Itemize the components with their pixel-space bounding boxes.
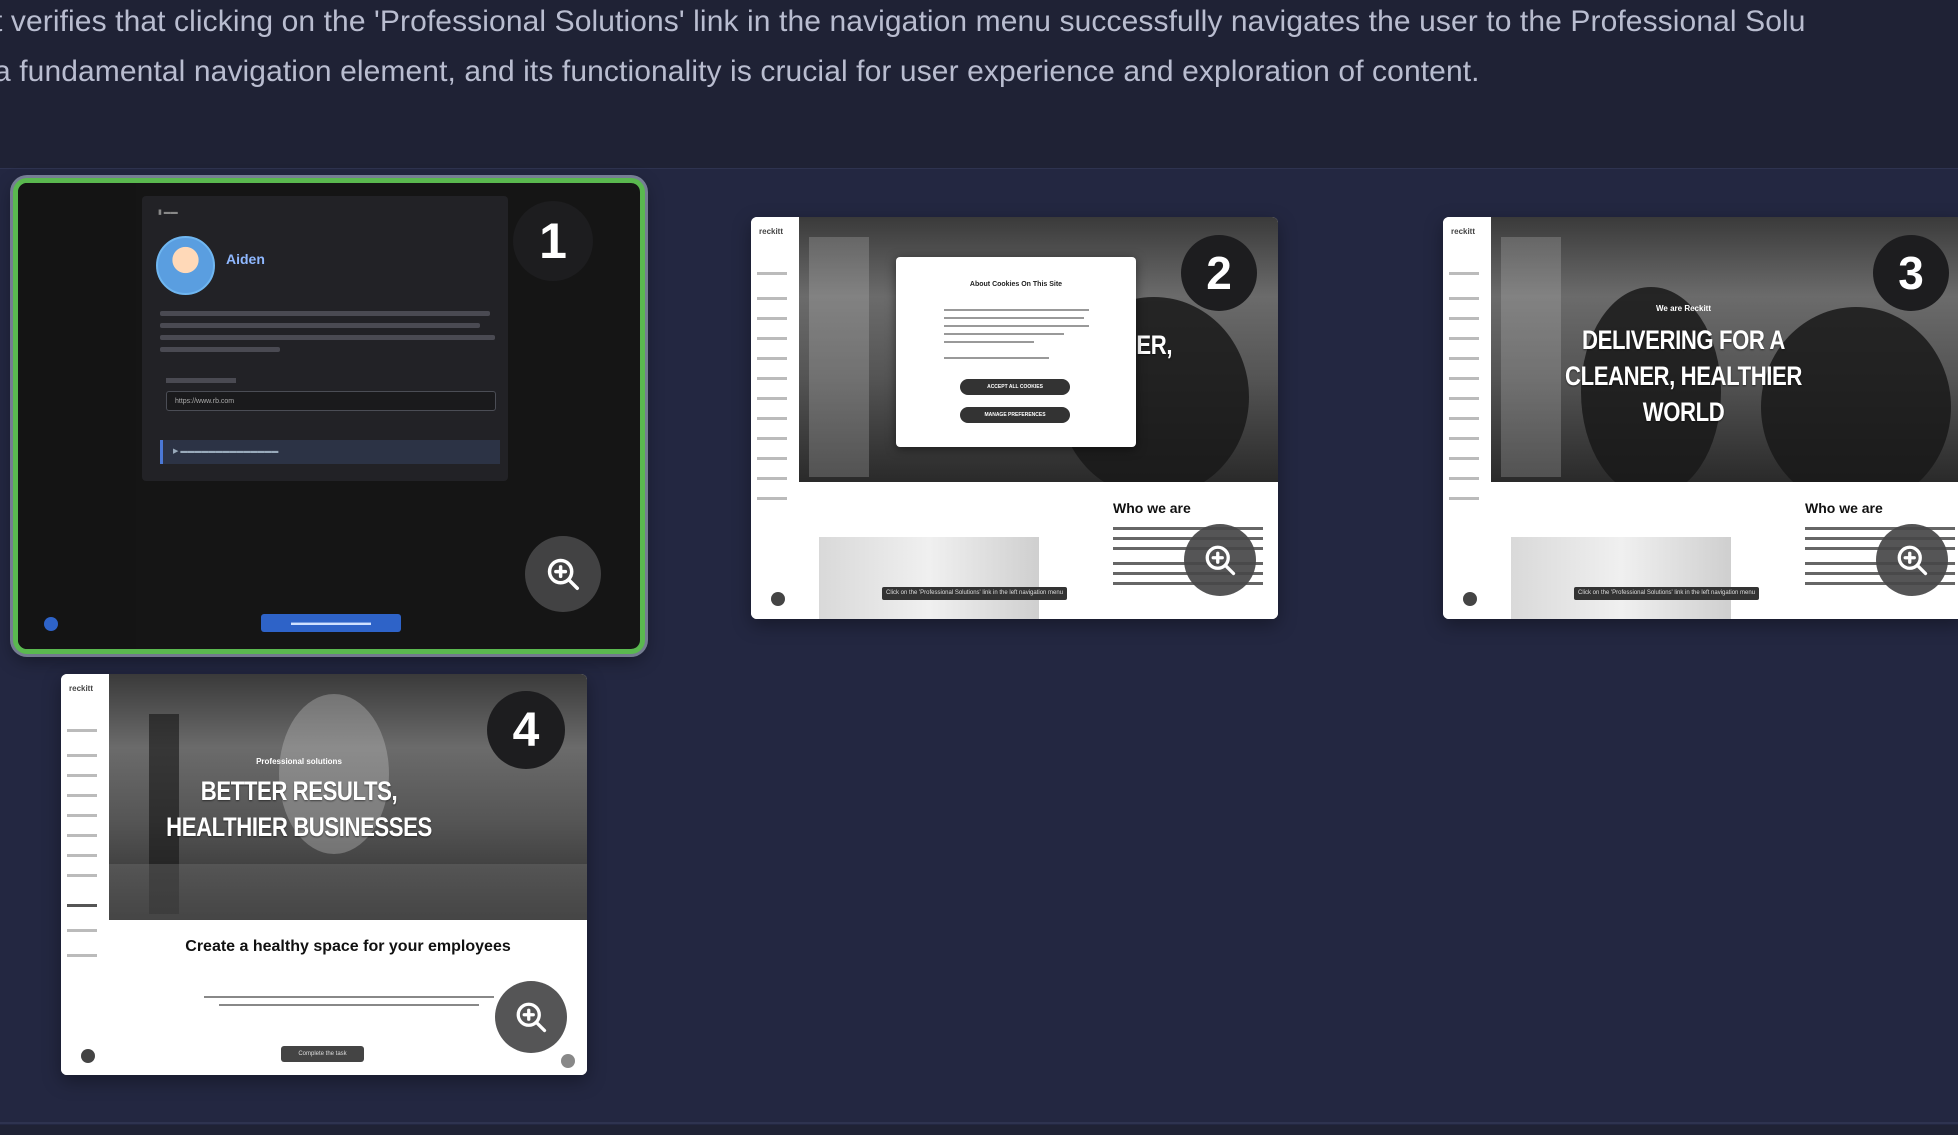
zoom-in-icon <box>1897 545 1928 576</box>
screenshot-card-3[interactable]: reckitt We are Reckitt DELIVERING FOR A … <box>1443 217 1958 619</box>
test-description: t verifies that clicking on the 'Profess… <box>0 0 1958 97</box>
help-icon <box>771 592 785 606</box>
user-name: Aiden <box>226 251 265 267</box>
status-dot <box>44 617 58 631</box>
divider <box>0 1122 1958 1124</box>
hero-eyebrow: We are Reckitt <box>1656 304 1711 313</box>
action-tooltip: Click on the 'Professional Solutions' li… <box>1574 587 1760 600</box>
site-sidebar: reckitt <box>61 674 110 1075</box>
help-icon <box>81 1049 95 1063</box>
panel-caption: ▮ ▬▬ <box>158 209 178 216</box>
blurred-text <box>160 323 480 328</box>
section-heading: Who we are <box>1805 500 1883 516</box>
avatar <box>156 236 215 295</box>
zoom-in-icon <box>516 1002 547 1033</box>
hero-title: DELIVERING FOR A CLEANER, HEALTHIER WORL… <box>1564 325 1802 427</box>
site-logo: reckitt <box>1451 227 1476 236</box>
blurred-text <box>160 311 490 316</box>
section-heading: Who we are <box>1113 500 1191 516</box>
step-badge: 1 <box>513 201 593 281</box>
status-message: ▶ ▬▬▬▬▬▬▬▬▬▬▬▬▬▬ <box>160 440 500 464</box>
hero-title: ER, <box>1136 330 1173 360</box>
action-tooltip: Click on the 'Professional Solutions' li… <box>882 587 1068 600</box>
zoom-button[interactable] <box>525 536 601 612</box>
site-logo: reckitt <box>759 227 784 236</box>
manage-preferences-button: MANAGE PREFERENCES <box>960 407 1070 423</box>
site-sidebar: reckitt <box>1443 217 1492 619</box>
section-heading: Create a healthy space for your employee… <box>185 938 511 955</box>
blurred-text <box>160 347 280 352</box>
zoom-button[interactable] <box>1876 524 1948 596</box>
url-label <box>166 378 236 383</box>
description-line-1: t verifies that clicking on the 'Profess… <box>0 5 1806 38</box>
description-line-2: a fundamental navigation element, and it… <box>0 55 1480 88</box>
help-icon <box>1463 592 1477 606</box>
url-field: https://www.rb.com <box>166 391 496 411</box>
zoom-in-icon <box>547 558 579 590</box>
accept-cookies-button: ACCEPT ALL COOKIES <box>960 379 1070 395</box>
cookie-dialog: About Cookies On This Site ACCEPT ALL CO… <box>896 257 1136 447</box>
screenshot-card-4[interactable]: reckitt Professional solutions BETTER RE… <box>61 674 587 1075</box>
hero-title: BETTER RESULTS, HEALTHIER BUSINESSES <box>166 776 432 842</box>
zoom-button[interactable] <box>495 981 567 1053</box>
zoom-in-icon <box>1205 545 1236 576</box>
step-badge: 4 <box>487 691 565 769</box>
screenshot-gallery: ▮ ▬▬ Aiden https://www.rb.com ▶ ▬▬▬▬▬▬▬▬… <box>0 168 1958 1125</box>
navigate-button: ▬▬▬▬▬▬▬▬▬▬ <box>261 614 401 632</box>
screenshot-card-2[interactable]: reckitt ER, About Cookies On This Site A… <box>751 217 1278 619</box>
complete-task-button: Complete the task <box>281 1046 364 1062</box>
cookie-title: About Cookies On This Site <box>969 281 1063 288</box>
step-badge: 2 <box>1181 235 1257 311</box>
screenshot-card-1[interactable]: ▮ ▬▬ Aiden https://www.rb.com ▶ ▬▬▬▬▬▬▬▬… <box>13 178 645 654</box>
zoom-button[interactable] <box>1184 524 1256 596</box>
site-logo: reckitt <box>69 684 94 693</box>
blurred-text <box>160 335 495 340</box>
dark-sidebar <box>18 183 136 649</box>
step-badge: 3 <box>1873 235 1949 311</box>
hero-eyebrow: Professional solutions <box>256 757 342 766</box>
site-sidebar: reckitt <box>751 217 800 619</box>
corner-dot <box>561 1054 575 1068</box>
